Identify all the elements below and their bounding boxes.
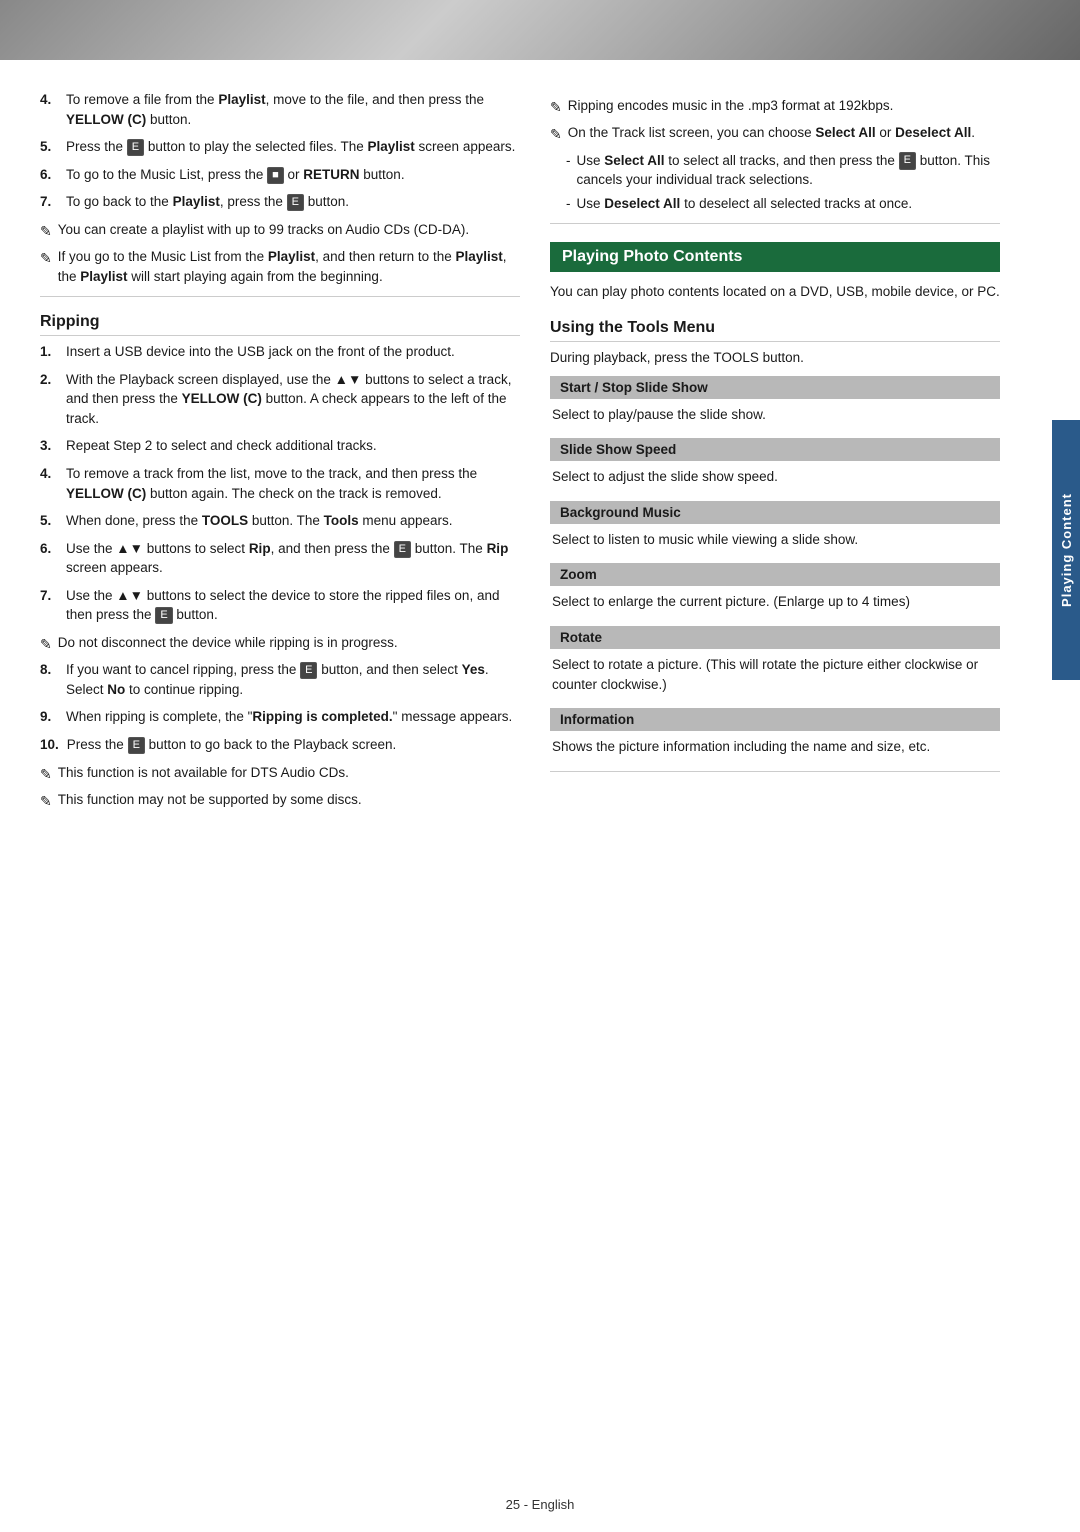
tools-item-slideshow-speed: Slide Show Speed Select to adjust the sl… — [550, 438, 1000, 487]
button-icon: E — [127, 139, 144, 156]
divider — [40, 296, 520, 297]
list-item: 8. If you want to cancel ripping, press … — [40, 660, 520, 699]
ripping-notes: ✎ Do not disconnect the device while rip… — [40, 633, 520, 654]
playing-photo-heading: Playing Photo Contents — [550, 242, 1000, 272]
top-decorative-bar — [0, 0, 1080, 60]
left-column: 4. To remove a file from the Playlist, m… — [40, 90, 520, 1472]
list-item: 2. With the Playback screen displayed, u… — [40, 370, 520, 429]
tools-item-desc: Shows the picture information including … — [550, 737, 1000, 757]
using-tools-heading: Using the Tools Menu — [550, 319, 1000, 342]
list-item: 1. Insert a USB device into the USB jack… — [40, 342, 520, 362]
note-item: ✎ This function is not available for DTS… — [40, 763, 520, 784]
list-item: 7. To go back to the Playlist, press the… — [40, 192, 520, 212]
list-item: 6. Use the ▲▼ buttons to select Rip, and… — [40, 539, 520, 578]
tools-item-desc: Select to rotate a picture. (This will r… — [550, 655, 1000, 694]
note-icon: ✎ — [40, 248, 52, 286]
list-item: 3. Repeat Step 2 to select and check add… — [40, 436, 520, 456]
note-icon: ✎ — [40, 221, 52, 241]
tools-item-information: Information Shows the picture informatio… — [550, 708, 1000, 757]
note-icon: ✎ — [550, 97, 562, 117]
list-item: 7. Use the ▲▼ buttons to select the devi… — [40, 586, 520, 625]
ripping-bottom-notes: ✎ This function is not available for DTS… — [40, 763, 520, 812]
tools-item-header: Slide Show Speed — [550, 438, 1000, 461]
note-icon: ✎ — [40, 634, 52, 654]
tools-item-header: Information — [550, 708, 1000, 731]
playing-photo-desc: You can play photo contents located on a… — [550, 282, 1000, 302]
side-tab-label: Playing Content — [1059, 493, 1074, 607]
list-item: 5. When done, press the TOOLS button. Th… — [40, 511, 520, 531]
button-icon: E — [300, 662, 317, 679]
tools-item-desc: Select to enlarge the current picture. (… — [550, 592, 1000, 612]
select-all-dash-list: - Use Select All to select all tracks, a… — [566, 151, 1000, 214]
tools-item-header: Zoom — [550, 563, 1000, 586]
right-column: ✎ Ripping encodes music in the .mp3 form… — [550, 90, 1030, 1472]
tools-item-rotate: Rotate Select to rotate a picture. (This… — [550, 626, 1000, 694]
ripping-steps-list: 1. Insert a USB device into the USB jack… — [40, 342, 520, 625]
list-item: 9. When ripping is complete, the "Rippin… — [40, 707, 520, 727]
note-item: ✎ On the Track list screen, you can choo… — [550, 123, 1000, 144]
tools-item-slideshow-start: Start / Stop Slide Show Select to play/p… — [550, 376, 1000, 425]
tools-item-header: Rotate — [550, 626, 1000, 649]
list-item: 10. Press the E button to go back to the… — [40, 735, 520, 755]
list-item: 6. To go to the Music List, press the ■ … — [40, 165, 520, 185]
note-icon: ✎ — [40, 764, 52, 784]
tools-item-header: Start / Stop Slide Show — [550, 376, 1000, 399]
main-content: 4. To remove a file from the Playlist, m… — [0, 60, 1080, 1492]
top-numbered-list: 4. To remove a file from the Playlist, m… — [40, 90, 520, 212]
tools-intro: During playback, press the TOOLS button. — [550, 348, 1000, 368]
tools-item-desc: Select to play/pause the slide show. — [550, 405, 1000, 425]
top-note-list: ✎ You can create a playlist with up to 9… — [40, 220, 520, 286]
button-icon: ■ — [267, 167, 284, 184]
tools-item-desc: Select to listen to music while viewing … — [550, 530, 1000, 550]
list-item: 4. To remove a file from the Playlist, m… — [40, 90, 520, 129]
button-icon: E — [155, 607, 172, 624]
list-item: 5. Press the E button to play the select… — [40, 137, 520, 157]
tools-item-zoom: Zoom Select to enlarge the current pictu… — [550, 563, 1000, 612]
side-tab-playing-content: Playing Content — [1052, 420, 1080, 680]
button-icon: E — [287, 194, 304, 211]
button-icon: E — [128, 737, 145, 754]
ripping-heading: Ripping — [40, 313, 520, 336]
page-footer: 25 - English — [0, 1497, 1080, 1512]
tools-item-desc: Select to adjust the slide show speed. — [550, 467, 1000, 487]
note-icon: ✎ — [550, 124, 562, 144]
note-item: ✎ Do not disconnect the device while rip… — [40, 633, 520, 654]
tools-item-background-music: Background Music Select to listen to mus… — [550, 501, 1000, 550]
note-item: ✎ Ripping encodes music in the .mp3 form… — [550, 96, 1000, 117]
button-icon: E — [394, 541, 411, 558]
divider — [550, 223, 1000, 224]
dash-item: - Use Deselect All to deselect all selec… — [566, 194, 1000, 214]
page-number: 25 - English — [506, 1497, 575, 1512]
right-top-notes: ✎ Ripping encodes music in the .mp3 form… — [550, 96, 1000, 145]
divider — [550, 771, 1000, 772]
list-item: 4. To remove a track from the list, move… — [40, 464, 520, 503]
note-item: ✎ If you go to the Music List from the P… — [40, 247, 520, 286]
button-icon: E — [899, 152, 916, 169]
ripping-continued-list: 8. If you want to cancel ripping, press … — [40, 660, 520, 754]
dash-item: - Use Select All to select all tracks, a… — [566, 151, 1000, 190]
tools-item-header: Background Music — [550, 501, 1000, 524]
note-item: ✎ You can create a playlist with up to 9… — [40, 220, 520, 241]
note-icon: ✎ — [40, 791, 52, 811]
note-item: ✎ This function may not be supported by … — [40, 790, 520, 811]
